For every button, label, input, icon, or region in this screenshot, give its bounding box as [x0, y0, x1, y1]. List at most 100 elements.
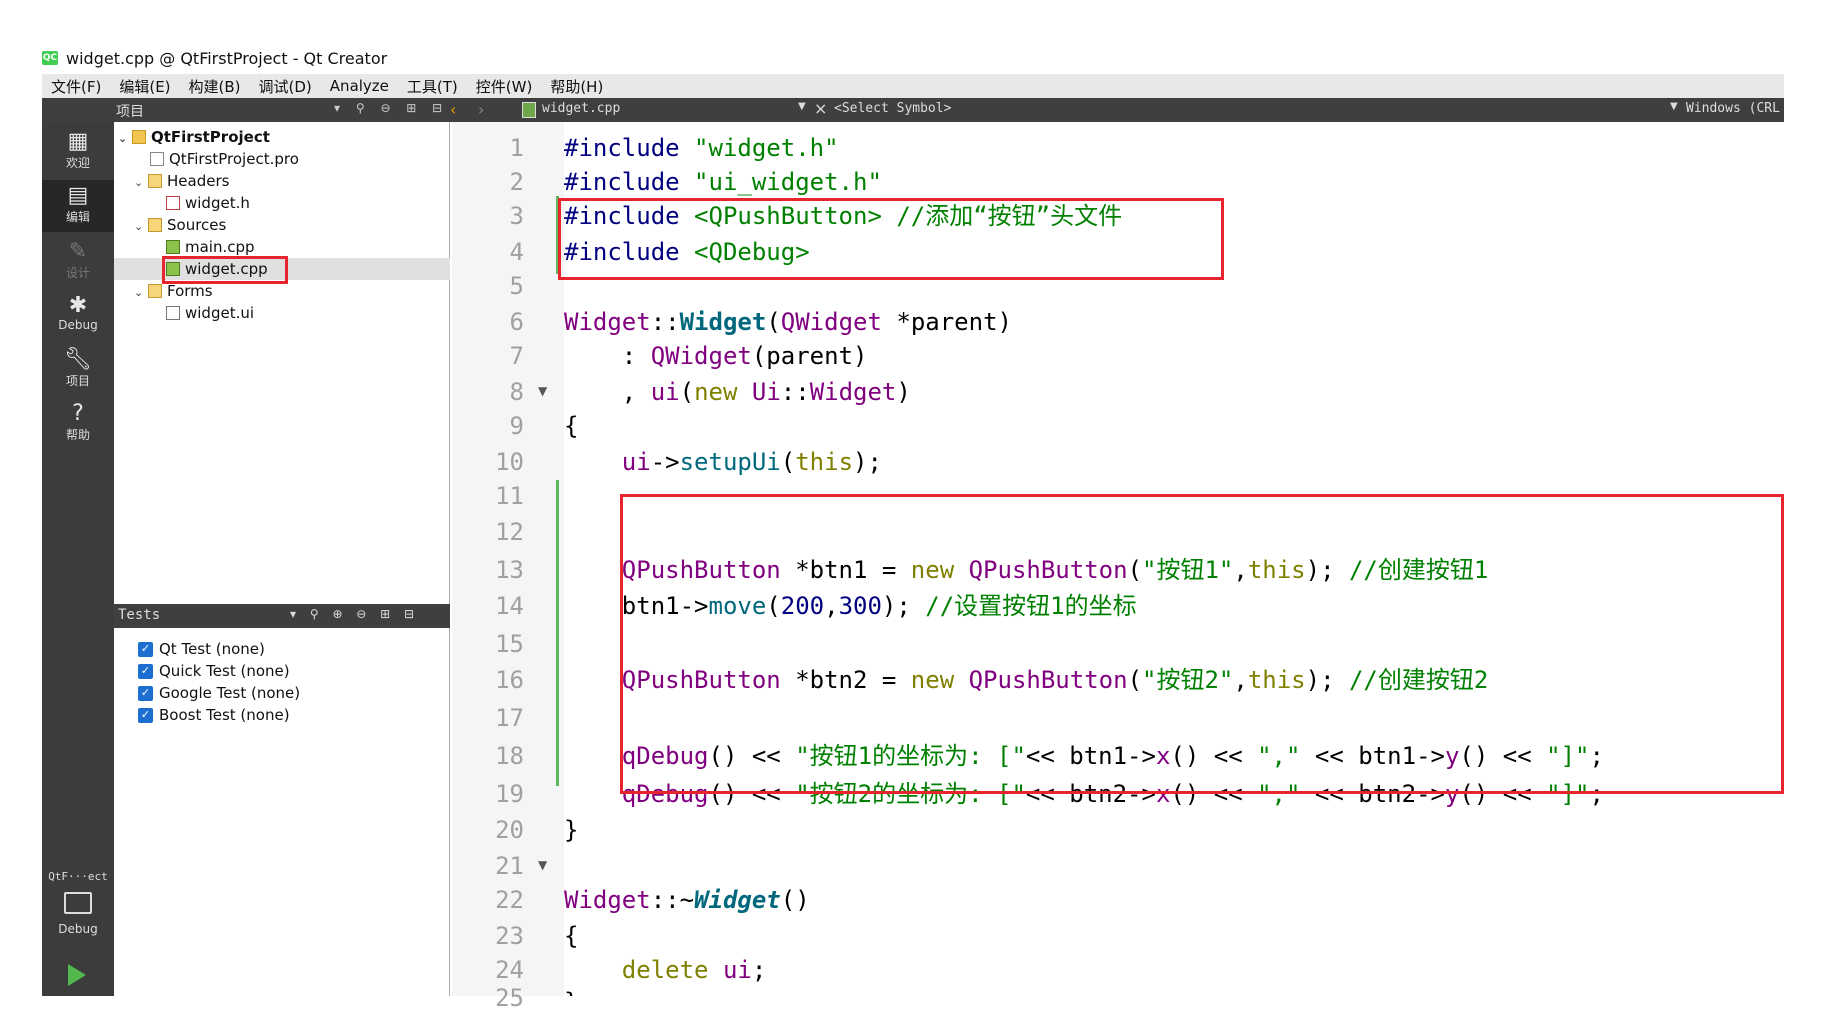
menu-tools[interactable]: 工具(T) [398, 76, 467, 97]
build-config-label[interactable]: Debug [42, 922, 114, 936]
checkbox-checked-icon[interactable]: ✓ [138, 707, 153, 723]
chevron-down-icon[interactable]: ⌄ [134, 282, 148, 304]
monitor-icon[interactable] [64, 892, 92, 914]
line-number: 19 [495, 780, 524, 808]
code-line-8: , ui(new Ui::Widget) [564, 378, 911, 406]
token: delete [621, 956, 709, 984]
tree-forms-label: Forms [167, 282, 213, 300]
mode-design[interactable]: ✎ 设计 [42, 240, 114, 288]
token: Widget [809, 378, 897, 406]
projects-view-label[interactable]: 项目 [116, 101, 144, 121]
mode-welcome[interactable]: ▦ 欢迎 [42, 130, 114, 178]
code-line-24: } [564, 988, 578, 996]
code-line-23: delete ui; [564, 956, 767, 984]
window-title-bar: QC widget.cpp @ QtFirstProject - Qt Crea… [42, 44, 387, 72]
tests-header-label[interactable]: Tests [118, 607, 160, 623]
menu-build[interactable]: 构建(B) [180, 76, 250, 97]
menu-edit[interactable]: 编辑(E) [110, 76, 179, 97]
token: ui [722, 956, 752, 984]
document-edit-icon: ▤ [67, 183, 89, 208]
line-number-gutter: 1 2 3 4 5 6 7 8 ▼ 9 10 11 12 13 14 15 16… [452, 122, 564, 1012]
go-forward-icon[interactable]: › [478, 100, 484, 119]
menu-debug[interactable]: 调试(D) [250, 76, 321, 97]
tree-main-cpp[interactable]: main.cpp [166, 236, 255, 258]
tree-pro-file[interactable]: QtFirstProject.pro [150, 148, 299, 170]
chevron-down-icon[interactable]: ⌄ [134, 172, 148, 194]
project-view-tool-icons[interactable]: ▾ ⚲ ⊖ ⊞ ⊟ [334, 101, 448, 115]
checkbox-checked-icon[interactable]: ✓ [138, 663, 153, 679]
test-item-boost[interactable]: ✓ Boost Test (none) [138, 704, 290, 726]
chevron-down-icon[interactable]: ⌄ [134, 216, 148, 238]
token: ( [780, 448, 796, 476]
help-circle-icon: ? [72, 401, 84, 426]
line-number: 1 [509, 134, 524, 162]
menu-help[interactable]: 帮助(H) [541, 76, 612, 97]
tree-widget-h-label: widget.h [185, 194, 250, 212]
tree-widget-ui[interactable]: widget.ui [166, 302, 254, 324]
checkbox-checked-icon[interactable]: ✓ [138, 641, 153, 657]
test-item-label: Google Test (none) [159, 684, 301, 702]
editor-toolbar: 项目 ▾ ⚲ ⊖ ⊞ ⊟ ‹ › widget.cpp ▼ × <Select … [42, 98, 1784, 122]
tree-project-root[interactable]: ⌄ QtFirstProject [118, 126, 270, 148]
ui-file-icon [166, 306, 180, 320]
token: () [780, 886, 810, 914]
fold-marker-icon[interactable]: ▼ [538, 858, 547, 872]
tree-sources-folder[interactable]: ⌄ Sources [134, 214, 226, 236]
token: QWidget [650, 342, 752, 370]
kit-selector-label[interactable]: QtF···ect [42, 870, 114, 883]
code-line-19: } [564, 816, 579, 844]
open-file-name[interactable]: widget.cpp [542, 101, 620, 116]
token: ( [766, 308, 781, 336]
token: "widget.h" [694, 134, 839, 162]
line-number: 4 [509, 238, 524, 266]
headers-folder-icon [148, 174, 162, 188]
encoding-dropdown-icon[interactable]: ▼ [1670, 101, 1678, 112]
line-number: 11 [495, 482, 524, 510]
token: Widget [564, 308, 651, 336]
test-item-qt[interactable]: ✓ Qt Test (none) [138, 638, 265, 660]
tests-panel: ✓ Qt Test (none) ✓ Quick Test (none) ✓ Goog… [114, 628, 450, 996]
line-number: 25 [495, 984, 524, 1012]
menu-analyze[interactable]: Analyze [321, 77, 398, 95]
token: , [564, 378, 651, 406]
mode-edit[interactable]: ▤ 编辑 [42, 180, 114, 232]
mode-help-label: 帮助 [65, 428, 90, 442]
test-item-google[interactable]: ✓ Google Test (none) [138, 682, 300, 704]
line-ending-selector[interactable]: Windows (CRL [1686, 101, 1780, 116]
run-button[interactable] [68, 964, 86, 986]
chevron-down-icon[interactable]: ⌄ [118, 128, 132, 150]
token: ( [679, 378, 695, 406]
code-line-1: #include "widget.h" [564, 134, 839, 162]
mode-edit-label: 编辑 [65, 210, 90, 224]
line-number: 17 [495, 704, 524, 732]
token: Ui [751, 378, 781, 406]
tree-widget-h[interactable]: widget.h [166, 192, 250, 214]
tests-tool-icons[interactable]: ▾ ⚲ ⊕ ⊖ ⊞ ⊟ [290, 607, 419, 621]
mode-help[interactable]: ? 帮助 [42, 402, 114, 450]
token: "ui_widget.h" [694, 168, 882, 196]
close-file-icon[interactable]: × [814, 99, 827, 118]
fold-marker-icon[interactable]: ▼ [538, 384, 547, 398]
forms-folder-icon [148, 284, 162, 298]
token: new [694, 378, 738, 406]
line-number: 16 [495, 666, 524, 694]
line-number: 9 [509, 412, 524, 440]
menu-file[interactable]: 文件(F) [42, 76, 110, 97]
symbol-selector[interactable]: <Select Symbol> [834, 101, 951, 116]
go-back-icon[interactable]: ‹ [450, 100, 456, 119]
checkbox-checked-icon[interactable]: ✓ [138, 685, 153, 701]
line-number: 20 [495, 816, 524, 844]
mode-projects[interactable]: 🔧︎ 项目 [42, 348, 114, 396]
tree-headers-folder[interactable]: ⌄ Headers [134, 170, 229, 192]
code-line-7: : QWidget(parent) [564, 342, 868, 370]
mode-debug-label: Debug [58, 318, 98, 332]
menu-widgets[interactable]: 控件(W) [467, 76, 542, 97]
mode-debug[interactable]: ✱ Debug [42, 294, 114, 342]
file-dropdown-icon[interactable]: ▼ [798, 101, 806, 112]
line-number: 10 [495, 448, 524, 476]
test-item-quick[interactable]: ✓ Quick Test (none) [138, 660, 290, 682]
